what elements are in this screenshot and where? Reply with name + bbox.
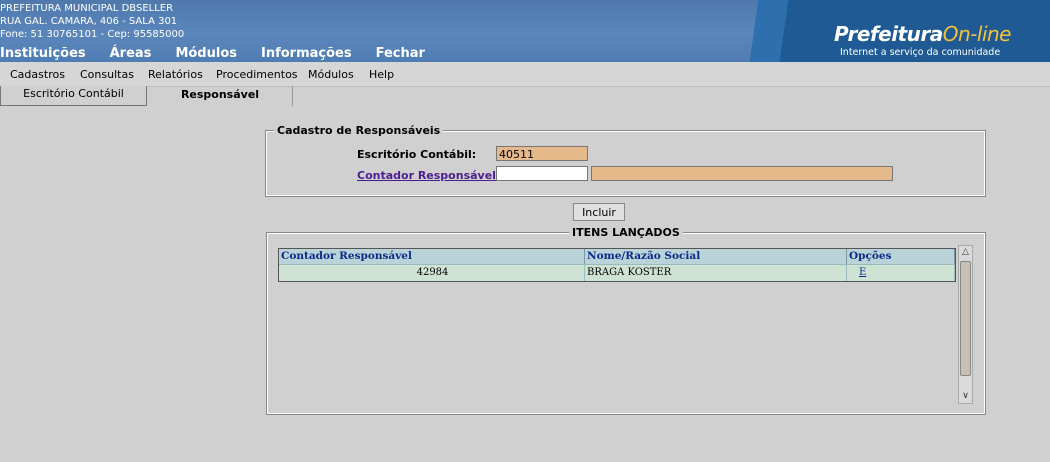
table-scrollbar[interactable]: △ ∨ [958,245,973,404]
col-contador: Contador Responsável [279,249,585,264]
menu-item-cadastros[interactable]: Cadastros [10,68,65,81]
org-name: PREFEITURA MUNICIPAL DBSELLER [0,3,174,14]
top-nav-instituicoes[interactable]: Instituições [0,46,86,62]
contador-name-field [591,166,893,181]
itens-legend: ITENS LANÇADOS [569,226,683,239]
logo-title: PrefeituraOn-line [834,22,1011,46]
table-row: 42984 BRAGA KOSTER E [279,264,955,281]
col-opcoes: Opções [847,249,955,264]
scroll-thumb[interactable] [960,261,971,376]
top-nav-informacoes[interactable]: Informações [261,46,352,62]
top-nav-modulos[interactable]: Módulos [175,46,237,62]
tab-responsavel[interactable]: Responsável [148,86,293,106]
escritorio-label: Escritório Contábil: [357,148,477,161]
cell-contador: 42984 [279,265,585,281]
header-banner: PREFEITURA MUNICIPAL DBSELLER RUA GAL. C… [0,0,1050,62]
col-nome: Nome/Razão Social [585,249,847,264]
cadastro-fieldset [265,130,986,197]
contador-code-field[interactable] [496,166,588,181]
menu-item-modulos[interactable]: Módulos [308,68,354,81]
tab-escritorio-contabil[interactable]: Escritório Contábil [0,86,147,106]
logo-subtitle: Internet a serviço da comunidade [840,47,1001,58]
menu-item-help[interactable]: Help [369,68,394,81]
logo: PrefeituraOn-line Internet a serviço da … [760,0,1050,62]
scroll-up-icon[interactable]: △ [959,246,972,259]
escritorio-field[interactable]: 40511 [496,146,588,161]
scroll-down-icon[interactable]: ∨ [959,390,972,403]
top-nav: Instituições Áreas Módulos Informações F… [0,46,449,62]
cadastro-legend: Cadastro de Responsáveis [274,124,444,137]
org-address: RUA GAL. CAMARA, 406 - SALA 301 [0,16,178,27]
cell-nome: BRAGA KOSTER [585,265,847,281]
table-header: Contador Responsável Nome/Razão Social O… [279,249,955,264]
org-info: PREFEITURA MUNICIPAL DBSELLER RUA GAL. C… [0,2,184,41]
itens-table: Contador Responsável Nome/Razão Social O… [278,248,956,282]
menu-bar: Cadastros Consultas Relatórios Procedime… [0,62,1050,87]
menu-item-procedimentos[interactable]: Procedimentos [216,68,298,81]
incluir-button[interactable]: Incluir [573,203,625,221]
menu-item-relatorios[interactable]: Relatórios [148,68,203,81]
excluir-link[interactable]: E [849,267,866,278]
top-nav-areas[interactable]: Áreas [110,46,152,62]
cell-opcoes: E [847,265,955,281]
contador-responsavel-link[interactable]: Contador Responsável: [357,169,500,182]
org-phone: Fone: 51 30765101 - Cep: 95585000 [0,29,185,40]
top-nav-fechar[interactable]: Fechar [376,46,425,62]
menu-item-consultas[interactable]: Consultas [80,68,134,81]
